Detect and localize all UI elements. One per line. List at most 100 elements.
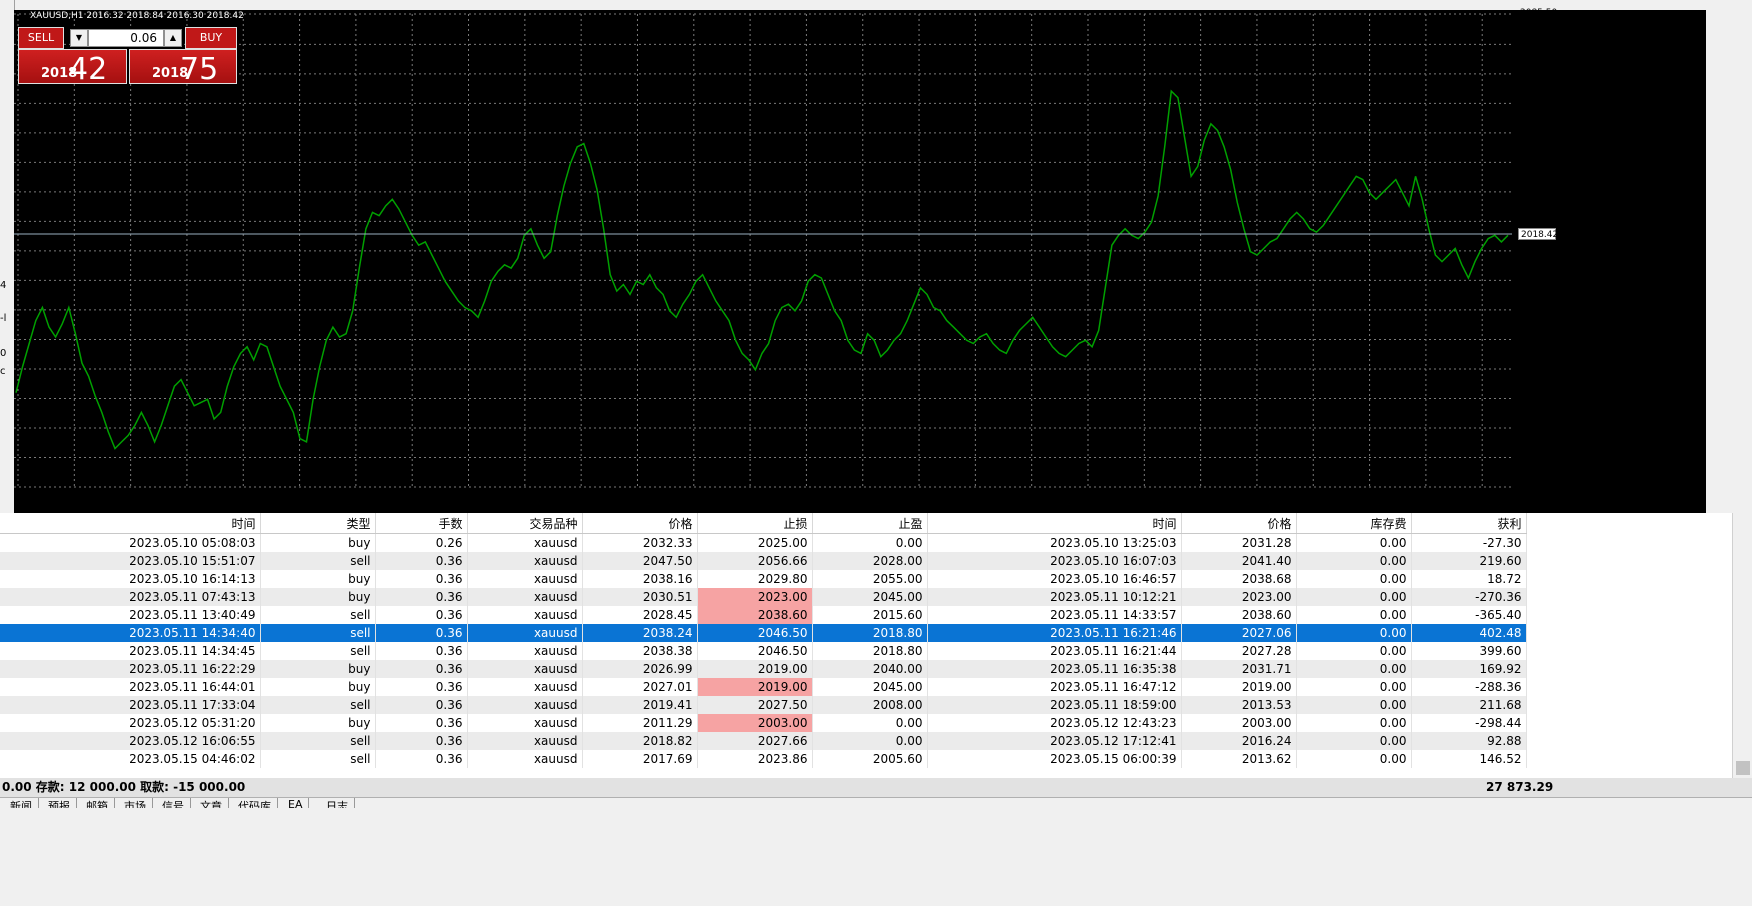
bottom-tab[interactable]: 信号 [156, 798, 191, 808]
table-cell: 146.52 [1411, 750, 1527, 768]
table-row[interactable]: 2023.05.12 05:31:20 buy 0.36 xauusd 2011.29 2… [0, 714, 1527, 732]
table-cell: 2038.68 [1181, 570, 1297, 588]
table-cell: 2023.05.11 16:21:44 [927, 642, 1182, 660]
column-header[interactable]: 止盈 [812, 513, 928, 534]
column-header[interactable]: 价格 [582, 513, 698, 534]
table-cell: sell [260, 606, 376, 624]
table-row[interactable]: 2023.05.15 04:46:02 sell 0.36 xauusd 2017.69… [0, 750, 1527, 768]
y-tick-label: 1986.25 [1520, 333, 1558, 344]
bottom-tab[interactable]: 预报 [42, 798, 77, 808]
table-cell: 2028.00 [812, 552, 928, 570]
bottom-tab[interactable]: EA [282, 798, 310, 808]
table-row[interactable]: 2023.05.10 16:14:13 buy 0.36 xauusd 2038.16 2… [0, 570, 1527, 588]
table-cell: 2003.00 [697, 714, 813, 732]
table-cell: 2023.05.11 16:44:01 [0, 678, 261, 696]
y-tick-label: 1959.25 [1520, 421, 1558, 432]
table-cell: sell [260, 624, 376, 642]
table-cell: sell [260, 552, 376, 570]
bottom-tab[interactable]: 市场 [118, 798, 153, 808]
table-row[interactable]: 2023.05.12 16:06:55 sell 0.36 xauusd 2018.82… [0, 732, 1527, 750]
table-row[interactable]: 2023.05.11 13:40:49 sell 0.36 xauusd 2028.45… [0, 606, 1527, 624]
table-scrollbar[interactable] [1732, 513, 1752, 778]
table-row[interactable]: 2023.05.11 07:43:13 buy 0.36 xauusd 2030.51 2… [0, 588, 1527, 606]
lot-size-input[interactable]: 0.06 [88, 29, 164, 47]
table-cell: 2008.00 [812, 696, 928, 714]
bottom-tab[interactable]: 文章 [194, 798, 229, 808]
buy-button[interactable]: BUY [185, 27, 237, 49]
table-cell: sell [260, 696, 376, 714]
table-row[interactable]: 2023.05.10 15:51:07 sell 0.36 xauusd 2047.50… [0, 552, 1527, 570]
chart-window[interactable]: 4 -l 0 c XAUUSD,H1 2016.32 2018.84 2016.… [0, 0, 1752, 575]
table-cell: 2023.05.11 14:34:40 [0, 624, 261, 642]
chart-header: XAUUSD,H1 2016.32 2018.84 2016.30 2018.4… [30, 11, 244, 21]
table-cell: 2019.00 [697, 660, 813, 678]
column-header[interactable]: 库存费 [1296, 513, 1412, 534]
y-tick-label: 2067.25 [1520, 67, 1558, 78]
table-cell: 0.36 [375, 552, 468, 570]
table-cell: 2030.51 [582, 588, 698, 606]
column-header[interactable]: 价格 [1181, 513, 1297, 534]
lot-decrease-button[interactable]: ▼ [70, 29, 88, 47]
price-chart-svg [14, 13, 1512, 488]
bottom-tab[interactable]: 代码库 [232, 798, 278, 808]
table-cell: 2019.41 [582, 696, 698, 714]
column-header[interactable]: 交易品种 [467, 513, 583, 534]
table-cell: 0.00 [1296, 570, 1412, 588]
buy-price-box[interactable]: 2018 75 [129, 49, 237, 87]
bottom-tab[interactable]: 日志 [320, 798, 355, 808]
table-cell: 0.00 [1296, 533, 1412, 552]
table-cell: 2026.99 [582, 660, 698, 678]
table-cell: -27.30 [1411, 533, 1527, 552]
table-cell: 2015.60 [812, 606, 928, 624]
y-tick-label: 2058.25 [1520, 97, 1558, 108]
balance-summary: 0.00 存款: 12 000.00 取款: -15 000.00 [2, 780, 246, 794]
table-cell: 2018.80 [812, 642, 928, 660]
history-grid: 时间 类型 手数 交易品种 价格 止损 止盈 时间 价格 库存费 获利 2023.05.10 05:… [0, 513, 1527, 768]
scrollbar-thumb[interactable] [1736, 761, 1750, 775]
table-row[interactable]: 2023.05.10 05:08:03 buy 0.26 xauusd 2032.33 2… [0, 533, 1527, 552]
table-cell: buy [260, 570, 376, 588]
table-cell: 0.36 [375, 678, 468, 696]
table-cell: 0.00 [1296, 732, 1412, 750]
y-tick-label: 2022.25 [1520, 215, 1558, 226]
table-cell: 2045.00 [812, 588, 928, 606]
table-cell: sell [260, 642, 376, 660]
table-cell: -298.44 [1411, 714, 1527, 732]
y-tick-label: 1977.25 [1520, 362, 1558, 373]
table-cell: xauusd [467, 624, 583, 642]
table-row[interactable]: 2023.05.11 16:22:29 buy 0.36 xauusd 2026.99 2… [0, 660, 1527, 678]
table-cell: 2023.05.12 05:31:20 [0, 714, 261, 732]
one-click-trading-panel: SELL ▼ 0.06 ▲ BUY 2018 42 2018 75 [18, 27, 238, 87]
table-cell: xauusd [467, 533, 583, 552]
column-header[interactable]: 类型 [260, 513, 376, 534]
table-cell: 0.00 [812, 714, 928, 732]
lot-increase-button[interactable]: ▲ [164, 29, 182, 47]
table-row[interactable]: 2023.05.11 14:34:45 sell 0.36 xauusd 2038.38… [0, 642, 1527, 660]
table-cell: 0.36 [375, 606, 468, 624]
bottom-tab[interactable]: 新闻 [4, 798, 39, 808]
column-header[interactable]: 止损 [697, 513, 813, 534]
table-cell: 0.26 [375, 533, 468, 552]
table-cell: 0.00 [1296, 552, 1412, 570]
table-cell: xauusd [467, 642, 583, 660]
table-cell: 0.00 [1296, 678, 1412, 696]
bottom-tab[interactable]: 邮箱 [80, 798, 115, 808]
table-cell: 2041.40 [1181, 552, 1297, 570]
column-header[interactable]: 获利 [1411, 513, 1527, 534]
column-header[interactable]: 手数 [375, 513, 468, 534]
table-cell: 2023.05.11 16:35:38 [927, 660, 1182, 678]
table-row[interactable]: 2023.05.11 17:33:04 sell 0.36 xauusd 2019.41… [0, 696, 1527, 714]
column-header[interactable]: 时间 [0, 513, 261, 534]
column-header[interactable]: 时间 [927, 513, 1182, 534]
table-cell: 2047.50 [582, 552, 698, 570]
table-cell: 2019.00 [697, 678, 813, 696]
sell-button[interactable]: SELL [18, 27, 64, 49]
table-cell: xauusd [467, 678, 583, 696]
table-cell: 399.60 [1411, 642, 1527, 660]
sell-price-box[interactable]: 2018 42 [18, 49, 127, 87]
table-row[interactable]: 2023.05.11 14:34:40 sell 0.36 xauusd 2038.24… [0, 624, 1527, 642]
table-row[interactable]: 2023.05.11 16:44:01 buy 0.36 xauusd 2027.01 2… [0, 678, 1527, 696]
table-cell: 2023.05.12 12:43:23 [927, 714, 1182, 732]
table-cell: 2027.50 [697, 696, 813, 714]
table-cell: 0.00 [1296, 750, 1412, 768]
